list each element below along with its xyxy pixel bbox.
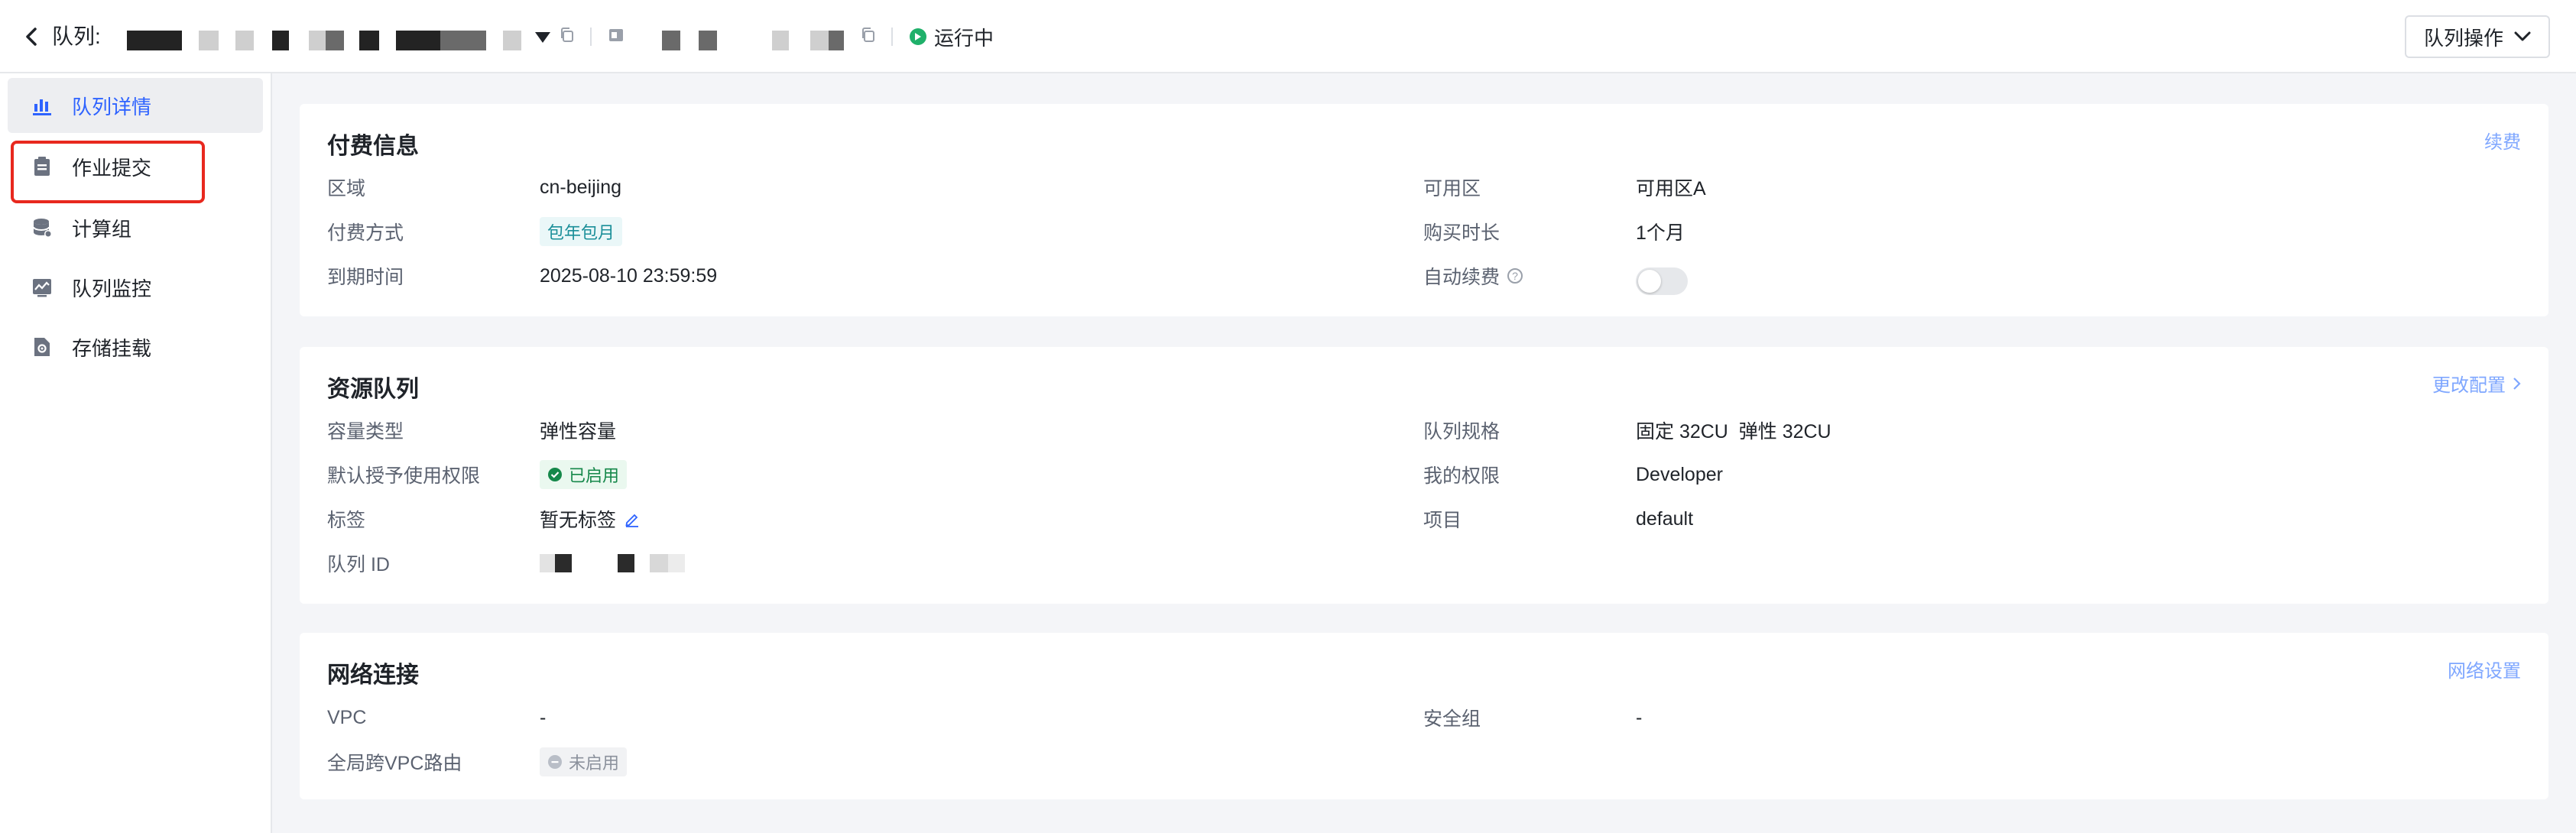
database-icon [31,216,54,239]
card-title: 付费信息 [327,134,419,159]
status-indicator: 运行中 [910,23,994,50]
info-row: 默认授予使用权限 已启用 我的权限 Developer [300,460,2548,489]
auto-renew-toggle-wrap [1636,267,1688,295]
chevron-down-icon [2514,31,2531,41]
minus-circle-icon [548,755,562,769]
queue-actions-button[interactable]: 队列操作 [2405,15,2550,58]
page-title-label: 队列: [52,24,101,48]
resource-queue-card: 资源队列 更改配置 容量类型 弹性容量 队列规格 固定 32CU 弹性 32CU… [300,347,2548,604]
queue-switch-dropdown[interactable] [535,32,550,43]
tag-value-wrap: 暂无标签 [540,505,641,533]
info-row: VPC - 安全组 - [300,705,2548,731]
renew-link-label: 续费 [2484,132,2521,153]
edit-icon[interactable] [624,510,641,527]
project-value: default [1636,507,1694,530]
security-group-value: - [1636,706,1643,728]
renew-link[interactable]: 续费 [2484,127,2521,154]
info-row: 全局跨VPC路由 未启用 [300,747,2548,776]
global-route-label: 全局跨VPC路由 [327,753,462,774]
sidebar-item-queue-monitor[interactable]: 队列监控 [8,260,263,315]
bar-chart-icon [31,94,54,117]
queue-actions-label: 队列操作 [2423,26,2503,50]
expire-value: 2025-08-10 23:59:59 [540,264,718,287]
sidebar-item-label: 存储挂载 [72,336,152,360]
spec-value: 固定 32CU 弹性 32CU [1636,421,1831,442]
status-text: 运行中 [934,26,994,50]
info-row: 区域 cn-beijing 可用区 可用区A [300,174,2548,200]
monitor-chart-icon [31,276,54,299]
sidebar: 队列详情 作业提交 计算组 队列监控 存储挂载 [0,73,272,833]
sidebar-item-label: 队列监控 [72,277,152,300]
tag-value: 暂无标签 [540,510,617,531]
permission-value: Developer [1636,463,1723,485]
file-settings-icon [31,335,54,358]
expire-label: 到期时间 [327,267,404,288]
info-row: 到期时间 2025-08-10 23:59:59 自动续费 ? [300,262,2548,295]
pay-mode-value: 包年包月 [540,217,623,246]
copy-icon[interactable] [558,26,576,44]
enabled-tag: 已启用 [540,460,628,489]
vpc-label: VPC [327,706,367,728]
disabled-tag-label: 未启用 [569,754,620,773]
duration-value: 1个月 [1636,222,1685,244]
spec-label: 队列规格 [1423,421,1501,442]
capacity-type-value: 弹性容量 [540,421,617,442]
network-settings-label: 网络设置 [2448,661,2521,682]
info-row: 队列 ID [300,550,2548,576]
copy-id-icon[interactable] [859,26,878,44]
chevron-right-icon [2513,377,2521,390]
disabled-tag: 未启用 [540,747,628,776]
network-settings-link[interactable]: 网络设置 [2448,656,2521,682]
chevron-left-icon [26,28,37,46]
info-row: 标签 暂无标签 项目 default [300,506,2548,532]
auto-renew-label-wrap: 自动续费 ? [1423,262,1523,290]
running-icon [910,28,926,45]
clipboard-icon [31,155,54,178]
info-row: 付费方式 包年包月 购买时长 1个月 [300,217,2548,246]
sidebar-item-label: 队列详情 [72,95,152,118]
page-header: 队列: 运行中 队列操作 [0,0,2576,73]
pay-mode-tag: 包年包月 [540,217,623,246]
sidebar-item-compute-group[interactable]: 计算组 [8,200,263,255]
card-title: 资源队列 [327,377,419,402]
sidebar-item-storage-mount[interactable]: 存储挂载 [8,319,263,374]
sidebar-item-label: 作业提交 [72,156,152,180]
project-label: 项目 [1423,510,1462,531]
card-title: 网络连接 [327,663,419,688]
enabled-tag-label: 已启用 [569,466,620,485]
network-card: 网络连接 网络设置 VPC - 安全组 - 全局跨VPC路由 未启用 [300,633,2548,799]
check-circle-icon [548,468,562,481]
change-config-link[interactable]: 更改配置 [2432,370,2521,397]
billing-info-card: 付费信息 续费 区域 cn-beijing 可用区 可用区A 付费方式 包年包月… [300,104,2548,316]
zone-value: 可用区A [1636,178,1706,199]
tag-label: 标签 [327,510,366,531]
auto-renew-toggle[interactable] [1636,267,1688,295]
info-row: 容量类型 弹性容量 队列规格 固定 32CU 弹性 32CU [300,417,2548,443]
divider [590,28,592,46]
pay-mode-label: 付费方式 [327,222,404,244]
duration-label: 购买时长 [1423,222,1501,244]
masked-queue-id-value [540,554,685,572]
change-config-label: 更改配置 [2432,375,2506,396]
global-route-value: 未启用 [540,747,628,776]
queue-id-label: 队列 ID [327,554,390,575]
back-button[interactable] [20,23,43,50]
id-card-icon [609,29,623,41]
region-label: 区域 [327,178,366,199]
capacity-type-label: 容量类型 [327,421,404,442]
sidebar-item-label: 计算组 [72,217,132,241]
default-grant-value: 已启用 [540,460,628,489]
permission-label: 我的权限 [1423,465,1501,487]
auto-renew-label: 自动续费 [1423,267,1501,288]
sidebar-item-job-submit[interactable]: 作业提交 [8,139,263,194]
help-icon[interactable]: ? [1507,268,1523,284]
divider [891,28,893,46]
sidebar-item-queue-detail[interactable]: 队列详情 [8,78,263,133]
zone-label: 可用区 [1423,178,1481,199]
security-group-label: 安全组 [1423,708,1481,730]
vpc-value: - [540,706,547,728]
region-value: cn-beijing [540,176,622,198]
default-grant-label: 默认授予使用权限 [327,465,481,487]
